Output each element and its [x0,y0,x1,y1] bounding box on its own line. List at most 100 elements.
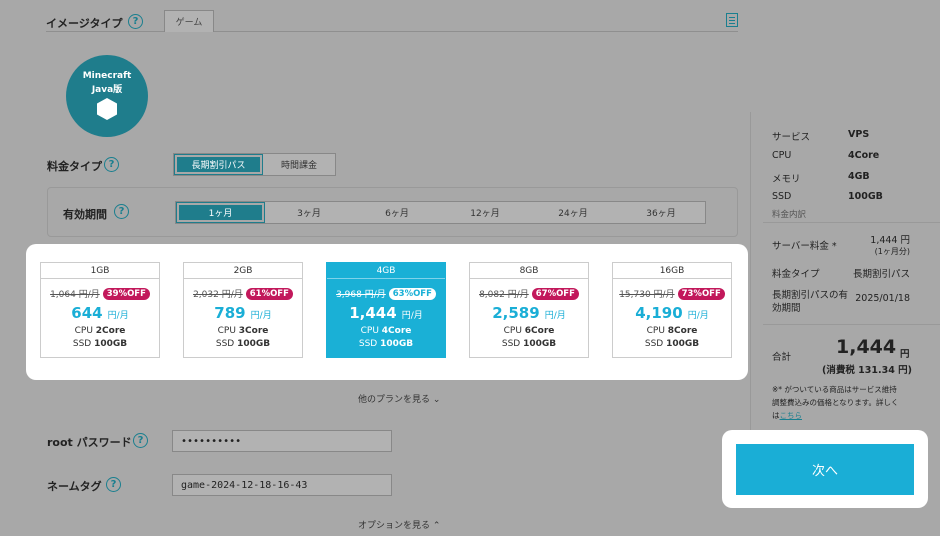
plan-card-1gb[interactable]: 1GB 1,064 円/月 39%OFF 644 円/月 CPU 2Core SS… [40,262,160,358]
root-password-help-icon[interactable]: ? [133,433,148,448]
plan-ssd-label: SSD [358,339,378,349]
plan-old-price: 1,064 円/月 [50,290,100,300]
period-option-24m[interactable]: 24ヶ月 [529,202,617,223]
plan-price: 4,190 [635,304,683,322]
divider [763,222,940,223]
image-type-help-icon[interactable]: ? [128,14,143,29]
plan-old-price: 15,730 円/月 [619,290,675,300]
period-option-36m[interactable]: 36ヶ月 [617,202,705,223]
next-button[interactable]: 次へ [736,444,914,495]
name-tag-label: ネームタグ [47,480,102,493]
next-button-container: 次へ [722,430,928,508]
plan-ssd: 100GB [523,339,557,349]
summary-mem: 4GB [848,171,870,182]
discount-badge: 39%OFF [102,287,150,300]
period-option-1m[interactable]: 1ヶ月 [176,202,265,223]
period-option-3m[interactable]: 3ヶ月 [265,202,353,223]
plan-ssd-label: SSD [72,339,92,349]
plan-cpu: 4Core [381,326,412,336]
plan-price-unit: 円/月 [250,311,272,321]
plan-memory: 8GB [470,263,588,279]
summary-ssd: 100GB [848,191,883,202]
plan-old-price: 3,968 円/月 [336,290,386,300]
plan-price: 1,444 [349,304,397,322]
fee-type-label: 料金タイプ [47,160,102,173]
fee-type-option-long-term[interactable]: 長期割引パス [174,154,263,175]
plan-memory: 16GB [613,263,731,279]
plan-ssd: 100GB [237,339,271,349]
options-link[interactable]: オプションを見る ⌃ [358,518,440,531]
plan-memory: 4GB [327,263,445,279]
plan-ssd-label: SSD [215,339,235,349]
tab-divider [46,31,164,32]
name-tag-help-icon[interactable]: ? [106,477,121,492]
logo-line2: Java版 [91,85,123,95]
plan-price-unit: 円/月 [544,311,566,321]
summary-server-fee: 1,444 円 [870,235,910,246]
discount-badge: 63%OFF [388,287,436,300]
summary-expiry-label-2: 効期間 [772,303,801,314]
plan-price-unit: 円/月 [401,311,423,321]
plan-cpu: 2Core [95,326,126,336]
summary-fee-type: 長期割引パス [852,269,910,280]
root-password-label: root パスワード [47,436,132,449]
summary-expiry: 2025/01/18 [855,293,910,304]
options-label: オプションを見る [358,521,431,531]
summary-breakdown: 料金内訳 [772,210,807,220]
plan-cpu: 6Core [524,326,555,336]
name-tag-input[interactable]: game-2024-12-18-16-43 [172,474,392,496]
cube-icon [97,98,117,120]
more-plans-label: 他のプランを見る [358,395,431,405]
plan-old-price: 2,032 円/月 [193,290,243,300]
period-option-12m[interactable]: 12ヶ月 [441,202,529,223]
fee-type-help-icon[interactable]: ? [104,157,119,172]
plan-cpu: 3Core [238,326,269,336]
discount-badge: 67%OFF [531,287,579,300]
plan-card-4gb[interactable]: 4GB 3,968 円/月 63%OFF 1,444 円/月 CPU 4Core … [326,262,446,358]
chevron-up-icon: ⌃ [432,521,441,531]
fee-type-option-hourly[interactable]: 時間課金 [263,154,335,175]
period-option-6m[interactable]: 6ヶ月 [353,202,441,223]
divider [763,324,940,325]
plan-price-unit: 円/月 [687,311,709,321]
chevron-down-icon: ⌄ [432,395,441,405]
summary-server-fee-label: サーバー料金 * [772,241,837,252]
plan-cpu-label: CPU [74,326,93,336]
plan-cpu-label: CPU [646,326,665,336]
plan-card-2gb[interactable]: 2GB 2,032 円/月 61%OFF 789 円/月 CPU 3Core SS… [183,262,303,358]
period-help-icon[interactable]: ? [114,204,129,219]
plan-ssd-label: SSD [644,339,664,349]
period-label: 有効期間 [63,208,107,221]
root-password-input[interactable]: •••••••••• [172,430,392,452]
plan-ssd: 100GB [94,339,128,349]
plan-cpu: 8Core [667,326,698,336]
plan-price-unit: 円/月 [107,311,129,321]
summary-ssd-label: SSD [772,191,792,202]
plan-price: 789 [214,304,246,322]
summary-cpu-label: CPU [772,150,792,161]
document-icon[interactable] [726,13,738,27]
plan-ssd: 100GB [666,339,700,349]
fee-type-selector: 長期割引パス 時間課金 [173,153,336,176]
image-type-label: イメージタイプ [46,17,123,30]
tab-game[interactable]: ゲーム [164,10,214,32]
minecraft-java-logo[interactable]: Minecraft Java版 [66,55,148,137]
plan-cpu-label: CPU [217,326,236,336]
summary-service: VPS [848,129,870,140]
summary-total-label: 合計 [772,352,792,363]
plan-cpu-label: CPU [360,326,379,336]
plan-old-price: 8,082 円/月 [479,290,529,300]
more-plans-link[interactable]: 他のプランを見る ⌄ [358,392,440,405]
summary-note-3: は [772,411,780,420]
plan-cpu-label: CPU [503,326,522,336]
plan-ssd: 100GB [380,339,414,349]
summary-cpu: 4Core [848,150,880,161]
summary-server-fee-note: (1ヶ月分) [874,247,910,256]
plan-card-16gb[interactable]: 16GB 15,730 円/月 73%OFF 4,190 円/月 CPU 8Cor… [612,262,732,358]
details-link[interactable]: こちら [780,411,803,420]
plan-card-8gb[interactable]: 8GB 8,082 円/月 67%OFF 2,589 円/月 CPU 6Core … [469,262,589,358]
summary-mem-label: メモリ [772,174,801,185]
period-selector: 1ヶ月 3ヶ月 6ヶ月 12ヶ月 24ヶ月 36ヶ月 [175,201,706,224]
plan-memory: 2GB [184,263,302,279]
summary-fee-type-label: 料金タイプ [772,269,820,280]
